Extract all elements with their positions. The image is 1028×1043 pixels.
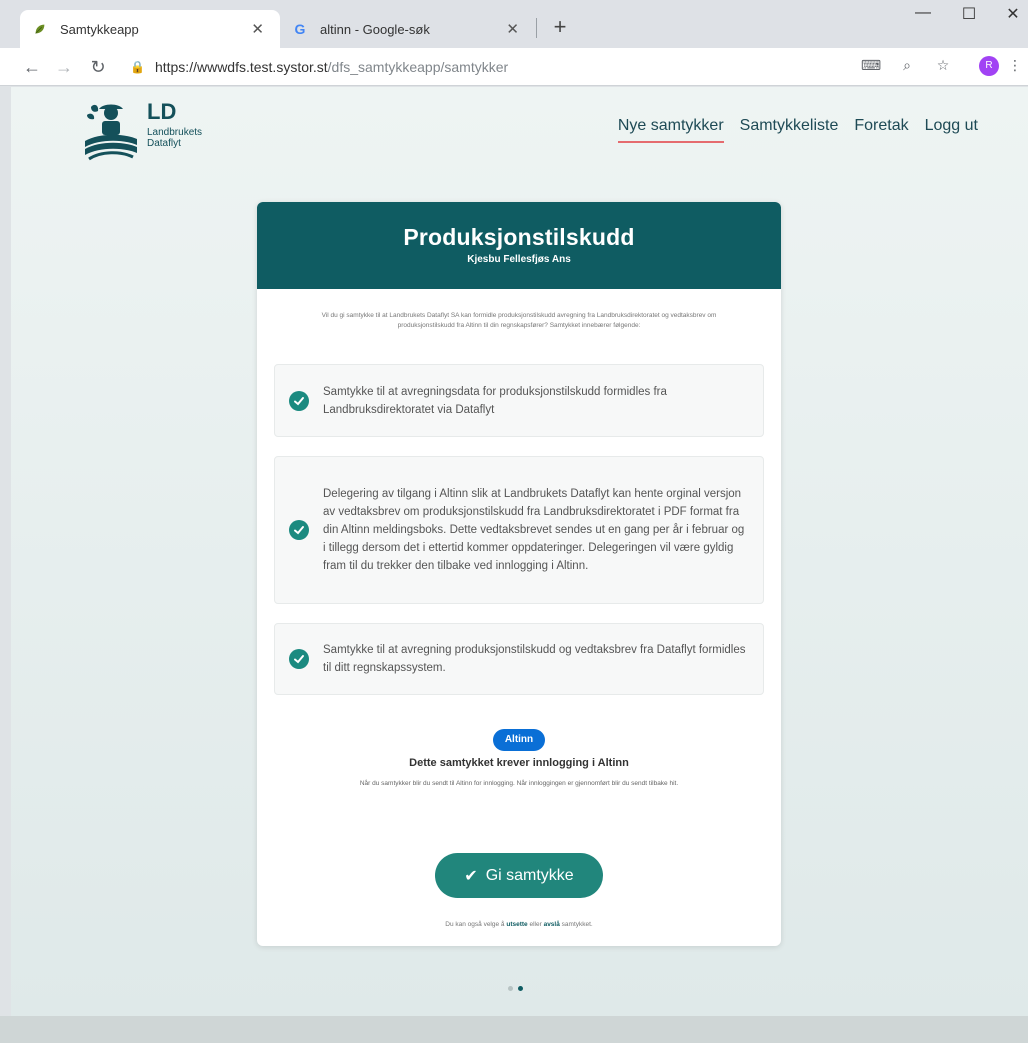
check-circle-icon [289,649,309,669]
tab-title: Samtykkeapp [60,21,139,37]
lock-icon: 🔒 [130,60,145,74]
farmer-logo-icon [85,104,137,161]
url-input[interactable]: 🔒 https://wwwdfs.test.systor.st/dfs_samt… [130,54,850,80]
forward-icon[interactable]: → [52,55,76,79]
footer-suffix: samtykket. [561,921,593,928]
address-bar: ← → ↻ 🔒 https://wwwdfs.test.systor.st/df… [0,48,1028,86]
google-icon: G [294,21,306,37]
browser-tab-bar: Samtykkeapp ✕ G altinn - Google-søk ✕ + … [0,0,1028,48]
check-circle-icon [289,520,309,540]
leaf-icon [32,21,48,37]
tab-title: altinn - Google-søk [320,21,430,37]
logo-subtitle-line1: Landbrukets [147,127,203,138]
nav-samtykkeliste[interactable]: Samtykkeliste [740,117,839,143]
altinn-note: Når du samtykker blir du sendt til Altin… [359,780,679,787]
minimize-icon[interactable]: — [908,4,938,22]
maximize-icon[interactable]: ☐ [954,4,984,24]
browser-tab-samtykkeapp[interactable]: Samtykkeapp ✕ [20,10,280,48]
bookmark-star-icon[interactable]: ☆ [932,57,954,77]
checkmark-icon: ✔ [464,867,478,885]
consent-item-text: Samtykke til at avregningsdata for produ… [323,385,667,416]
check-circle-icon [289,390,309,411]
give-consent-button[interactable]: ✔ Gi samtykke [435,853,603,898]
consent-item: Delegering av tilgang i Altinn slik at L… [274,456,764,604]
page-content: LD Landbrukets Dataflyt Nye samtykker Sa… [11,87,1028,1016]
footer-prefix: Du kan også velge å [445,921,505,928]
zoom-icon[interactable]: ⌕ [896,57,918,77]
consent-item: Samtykke til at avregning produksjonstil… [274,623,764,695]
consent-card: Produksjonstilskudd Kjesbu Fellesfjøs An… [257,202,781,946]
footer-note: Du kan også velge å utsette eller avslå … [257,921,781,928]
pagination-dots [508,986,528,991]
close-tab-icon[interactable]: ✕ [247,20,268,38]
intro-text: Vil du gi samtykke til at Landbrukets Da… [321,312,717,329]
pagination-dot[interactable] [508,986,513,991]
postpone-link[interactable]: utsette [506,921,527,928]
back-icon[interactable]: ← [20,55,44,79]
browser-tab-google[interactable]: G altinn - Google-søk ✕ [280,10,535,48]
card-subtitle: Kjesbu Fellesfjøs Ans [467,254,571,265]
url-path: /dfs_samtykkeapp/samtykker [327,59,509,75]
profile-avatar[interactable]: R [979,56,999,76]
consent-item-text: Samtykke til at avregning produksjonstil… [323,644,746,674]
consent-item: Samtykke til at avregningsdata for produ… [274,364,764,437]
decline-link[interactable]: avslå [544,921,560,928]
close-tab-icon[interactable]: ✕ [502,20,523,38]
menu-dots-icon[interactable]: ⋮ [1004,57,1026,77]
close-window-icon[interactable]: ✕ [998,4,1028,24]
pagination-dot-active[interactable] [518,986,523,991]
tab-separator [536,18,537,38]
give-consent-label: Gi samtykke [485,866,574,884]
url-host: https://wwwdfs.test.systor.st [154,59,328,75]
logo-title: LD [147,99,177,124]
nav-nye-samtykker[interactable]: Nye samtykker [617,117,724,143]
top-navigation: Nye samtykker Samtykkeliste Foretak Logg… [602,117,978,143]
consent-item-text: Delegering av tilgang i Altinn slik at L… [323,488,745,572]
translate-icon[interactable]: ⌨ [860,57,882,77]
card-title: Produksjonstilskudd [403,224,635,250]
window-bottom-edge [0,1016,1028,1043]
reload-icon[interactable]: ↻ [86,55,110,79]
nav-foretak[interactable]: Foretak [854,117,908,143]
logo-subtitle-line2: Dataflyt [147,138,181,149]
logo[interactable]: LD Landbrukets Dataflyt [81,101,202,161]
altinn-heading: Dette samtykket krever innlogging i Alti… [409,757,629,769]
new-tab-button[interactable]: + [546,14,574,40]
footer-middle: eller [529,921,542,928]
nav-logg-ut[interactable]: Logg ut [925,117,978,143]
card-header: Produksjonstilskudd Kjesbu Fellesfjøs An… [257,202,781,289]
altinn-badge: Altinn [493,729,545,751]
